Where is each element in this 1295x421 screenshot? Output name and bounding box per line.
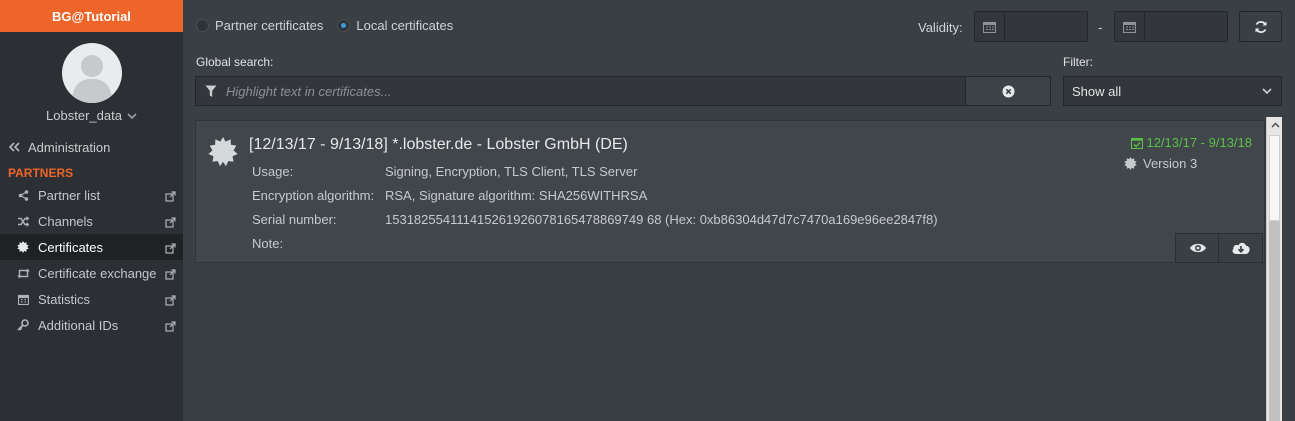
local-certificates-radio[interactable] xyxy=(337,19,351,32)
shuffle-icon xyxy=(16,215,30,227)
certificate-field-encryption: Encryption algorithm: RSA, Signature algo… xyxy=(252,188,647,203)
certificate-type-radio-group: Partner certificates Local certificates xyxy=(196,18,467,33)
key-icon xyxy=(16,319,30,331)
certificate-field-usage: Usage: Signing, Encryption, TLS Client, T… xyxy=(252,164,637,179)
sidebar-item-label: Certificates xyxy=(38,239,104,255)
scroll-up-arrow-icon[interactable] xyxy=(1267,117,1283,133)
refresh-icon xyxy=(1255,20,1266,33)
clear-search-button[interactable] xyxy=(965,76,1051,106)
sidebar: BG@Tutorial Lobster_data Administration … xyxy=(0,0,183,421)
certificate-field-serial: Serial number: 15318255411141526192607816… xyxy=(252,212,938,227)
avatar[interactable] xyxy=(61,43,122,103)
sidebar-item-additional-ids[interactable]: Additional IDs xyxy=(0,312,183,338)
external-link-icon[interactable] xyxy=(165,190,176,205)
filter-select[interactable]: Show all xyxy=(1063,76,1282,106)
share-icon xyxy=(16,189,30,201)
sidebar-item-channels[interactable]: Channels xyxy=(0,208,183,234)
global-search-box[interactable] xyxy=(195,76,966,106)
refresh-button[interactable] xyxy=(1239,11,1282,42)
double-chevron-left-icon xyxy=(8,140,22,155)
filter-icon xyxy=(196,85,226,98)
sidebar-item-certificates[interactable]: Certificates xyxy=(0,234,183,260)
scrollbar-track[interactable] xyxy=(1269,221,1280,421)
cloud-download-icon xyxy=(1231,242,1250,254)
calendar-icon xyxy=(16,294,30,305)
filter-selected-value: Show all xyxy=(1072,83,1122,99)
administration-label: Administration xyxy=(28,139,111,155)
field-value: 153182554111415261926078165478869749 68 … xyxy=(385,212,938,227)
eye-icon xyxy=(1189,243,1206,253)
field-value: Signing, Encryption, TLS Client, TLS Ser… xyxy=(385,164,638,179)
external-link-icon[interactable] xyxy=(165,216,176,231)
app-title: BG@Tutorial xyxy=(0,0,183,32)
sidebar-item-label: Statistics xyxy=(38,291,91,307)
certificate-validity: 12/13/17 - 9/13/18 xyxy=(1131,135,1252,150)
partner-certificates-radio[interactable] xyxy=(196,19,209,32)
sidebar-item-label: Channels xyxy=(38,213,93,229)
sidebar-item-label: Additional IDs xyxy=(38,317,119,333)
sidebar-item-label: Partner list xyxy=(38,187,101,203)
clear-icon xyxy=(1002,85,1014,97)
external-link-icon[interactable] xyxy=(165,294,176,309)
scrollbar-thumb[interactable] xyxy=(1269,135,1280,221)
field-key: Note: xyxy=(252,236,284,251)
calendar-icon[interactable] xyxy=(975,12,1005,41)
certificate-validity-value: 12/13/17 - 9/13/18 xyxy=(1146,135,1252,150)
vertical-scrollbar[interactable] xyxy=(1266,117,1282,421)
user-silhouette-icon xyxy=(71,55,112,103)
sidebar-item-statistics[interactable]: Statistics xyxy=(0,286,183,312)
retweet-icon xyxy=(16,268,30,279)
external-link-icon[interactable] xyxy=(165,268,176,283)
certificate-title: [12/13/17 - 9/13/18] *.lobster.de - Lobs… xyxy=(249,136,628,153)
certificate-icon xyxy=(208,137,238,170)
validity-to-field[interactable] xyxy=(1114,11,1228,42)
chevron-down-icon xyxy=(127,112,137,123)
field-key: Usage: xyxy=(252,164,294,179)
global-search-label: Global search: xyxy=(196,55,274,69)
filter-label: Filter: xyxy=(1063,55,1093,69)
certificate-icon xyxy=(16,241,30,253)
sidebar-item-label: Certificate exchange xyxy=(38,265,157,281)
certificate-card[interactable]: [12/13/17 - 9/13/18] *.lobster.de - Lobs… xyxy=(195,120,1265,263)
sidebar-item-certificate-exchange[interactable]: Certificate exchange xyxy=(0,260,183,286)
calendar-icon[interactable] xyxy=(1115,12,1145,41)
certificate-version-value: Version 3 xyxy=(1143,156,1198,171)
certificate-field-note: Note: xyxy=(252,236,385,251)
chevron-down-icon xyxy=(1261,85,1273,100)
certificate-icon xyxy=(1124,157,1137,170)
external-link-icon[interactable] xyxy=(165,320,176,335)
date-range-separator: - xyxy=(1098,20,1103,35)
certificate-version: Version 3 xyxy=(1124,156,1197,171)
global-search-input[interactable] xyxy=(226,83,926,99)
sidebar-item-partner-list[interactable]: Partner list xyxy=(0,182,183,208)
field-key: Serial number: xyxy=(252,212,337,227)
local-certificates-label[interactable]: Local certificates xyxy=(356,18,453,33)
section-title-partners: PARTNERS xyxy=(8,166,74,180)
username-label: Lobster_data xyxy=(46,108,122,123)
download-certificate-button[interactable] xyxy=(1218,233,1263,263)
field-value: RSA, Signature algorithm: SHA256WITHRSA xyxy=(385,188,648,203)
validity-label: Validity: xyxy=(918,20,963,35)
partner-certificates-label[interactable]: Partner certificates xyxy=(215,18,323,33)
calendar-check-icon xyxy=(1131,137,1144,149)
validity-from-field[interactable] xyxy=(974,11,1088,42)
external-link-icon[interactable] xyxy=(165,242,176,257)
administration-link[interactable]: Administration xyxy=(0,137,183,157)
field-key: Encryption algorithm: xyxy=(252,188,375,203)
user-menu[interactable]: Lobster_data xyxy=(0,108,183,123)
view-certificate-button[interactable] xyxy=(1175,233,1220,263)
